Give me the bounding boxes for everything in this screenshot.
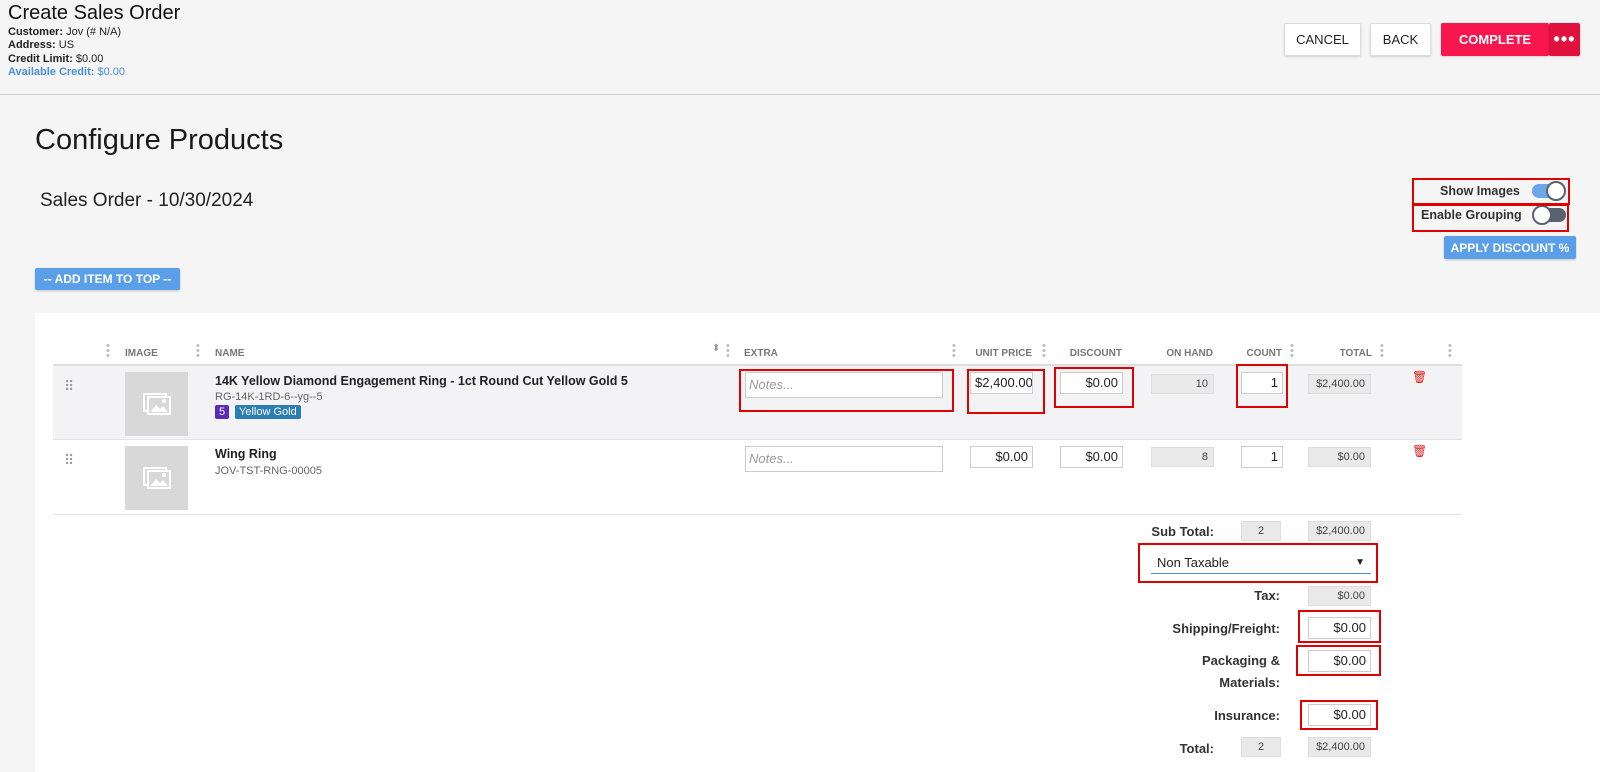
shipping-label: Shipping/Freight:: [1172, 621, 1280, 636]
subtotal-label: Sub Total:: [1151, 524, 1214, 539]
show-images-label: Show Images: [1440, 184, 1520, 198]
unit-price-input[interactable]: $0.00: [970, 446, 1033, 468]
order-title: Sales Order - 10/30/2024: [40, 190, 254, 211]
enable-grouping-label: Enable Grouping: [1421, 208, 1522, 222]
size-badge: 5: [215, 405, 230, 419]
total-label: Total:: [1179, 741, 1214, 756]
drag-handle-icon[interactable]: ⠿: [64, 453, 74, 467]
notes-input[interactable]: Notes...: [745, 446, 943, 472]
chevron-down-icon: ▼: [1355, 557, 1365, 568]
apply-discount-button[interactable]: APPLY DISCOUNT %: [1444, 236, 1576, 259]
image-placeholder-icon: [125, 372, 188, 436]
column-resize-handle[interactable]: • • •: [196, 341, 200, 362]
notes-input[interactable]: Notes...: [745, 372, 943, 398]
discount-input[interactable]: $0.00: [1060, 372, 1123, 394]
column-resize-handle[interactable]: • • •: [1290, 341, 1294, 362]
discount-input[interactable]: $0.00: [1060, 446, 1123, 468]
column-resize-handle[interactable]: • • •: [106, 341, 110, 362]
total-count: 2: [1241, 737, 1281, 757]
delete-row-icon[interactable]: 🗑: [1412, 370, 1427, 384]
packaging-label-line1: Packaging &: [1201, 653, 1280, 668]
column-count: COUNT: [1246, 348, 1282, 359]
unit-price-input[interactable]: $2,400.00: [970, 372, 1033, 394]
enable-grouping-toggle-row: Enable Grouping: [1421, 205, 1566, 225]
row-divider: [53, 439, 1462, 440]
cancel-button[interactable]: CANCEL: [1284, 23, 1361, 56]
column-resize-handle[interactable]: • • •: [952, 341, 956, 362]
tax-label: Tax:: [1254, 588, 1280, 603]
tax-select[interactable]: Non Taxable ▼: [1151, 552, 1371, 574]
metal-badge: Yellow Gold: [235, 405, 301, 419]
show-images-toggle[interactable]: [1531, 181, 1566, 201]
row-total-value: $0.00: [1308, 447, 1371, 467]
packaging-label-line2: Materials:: [1219, 675, 1280, 690]
delete-row-icon[interactable]: 🗑: [1412, 444, 1427, 458]
on-hand-value: 8: [1151, 447, 1214, 467]
enable-grouping-toggle[interactable]: [1531, 205, 1566, 225]
column-image: IMAGE: [125, 348, 158, 359]
row-divider: [53, 514, 1462, 515]
drag-handle-icon[interactable]: ⠿: [64, 379, 74, 393]
customer-info: Customer: Jov (# N/A): [8, 26, 122, 38]
row-total-value: $2,400.00: [1308, 374, 1371, 394]
subtotal-value: $2,400.00: [1308, 521, 1371, 541]
count-input[interactable]: 1: [1241, 372, 1283, 394]
column-on-hand: ON HAND: [1166, 348, 1213, 359]
tax-select-value: Non Taxable: [1157, 555, 1230, 570]
product-name[interactable]: 14K Yellow Diamond Engagement Ring - 1ct…: [215, 374, 628, 388]
count-input[interactable]: 1: [1241, 446, 1283, 468]
column-resize-handle[interactable]: • • •: [1380, 341, 1384, 362]
packaging-input[interactable]: $0.00: [1308, 650, 1371, 672]
column-total: TOTAL: [1339, 348, 1372, 359]
subtotal-count: 2: [1241, 521, 1281, 541]
credit-limit-info: Credit Limit: $0.00: [8, 53, 104, 65]
column-name[interactable]: NAME: [215, 348, 244, 359]
insurance-input[interactable]: $0.00: [1308, 704, 1371, 726]
insurance-label: Insurance:: [1214, 708, 1280, 723]
tax-value: $0.00: [1308, 586, 1371, 606]
complete-button[interactable]: COMPLETE: [1441, 23, 1549, 56]
on-hand-value: 10: [1151, 374, 1214, 394]
add-item-to-top-button[interactable]: -- ADD ITEM TO TOP --: [35, 268, 180, 290]
show-images-toggle-row: Show Images: [1440, 181, 1566, 201]
column-extra: EXTRA: [744, 348, 778, 359]
product-name[interactable]: Wing Ring: [215, 447, 277, 461]
available-credit-info: Available Credit: $0.00: [8, 66, 125, 78]
page-title: Create Sales Order: [8, 2, 181, 24]
column-resize-handle[interactable]: • • •: [1448, 341, 1452, 362]
sort-icon[interactable]: ⬍: [712, 343, 720, 354]
column-resize-handle[interactable]: • • •: [726, 341, 730, 362]
page-header: Create Sales Order Customer: Jov (# N/A)…: [0, 0, 1600, 95]
grand-total-value: $2,400.00: [1308, 737, 1371, 757]
address-info: Address: US: [8, 39, 75, 51]
column-resize-handle[interactable]: • • •: [1042, 341, 1046, 362]
shipping-input[interactable]: $0.00: [1308, 617, 1371, 639]
back-button[interactable]: BACK: [1370, 23, 1431, 56]
image-placeholder-icon: [125, 446, 188, 510]
section-title: Configure Products: [35, 124, 284, 156]
product-sku: JOV-TST-RNG-00005: [215, 465, 322, 477]
product-sku: RG-14K-1RD-6--yg--5: [215, 391, 323, 403]
more-options-button[interactable]: •••: [1549, 23, 1580, 56]
column-discount: DISCOUNT: [1069, 348, 1122, 359]
column-unit-price: UNIT PRICE: [975, 348, 1032, 359]
